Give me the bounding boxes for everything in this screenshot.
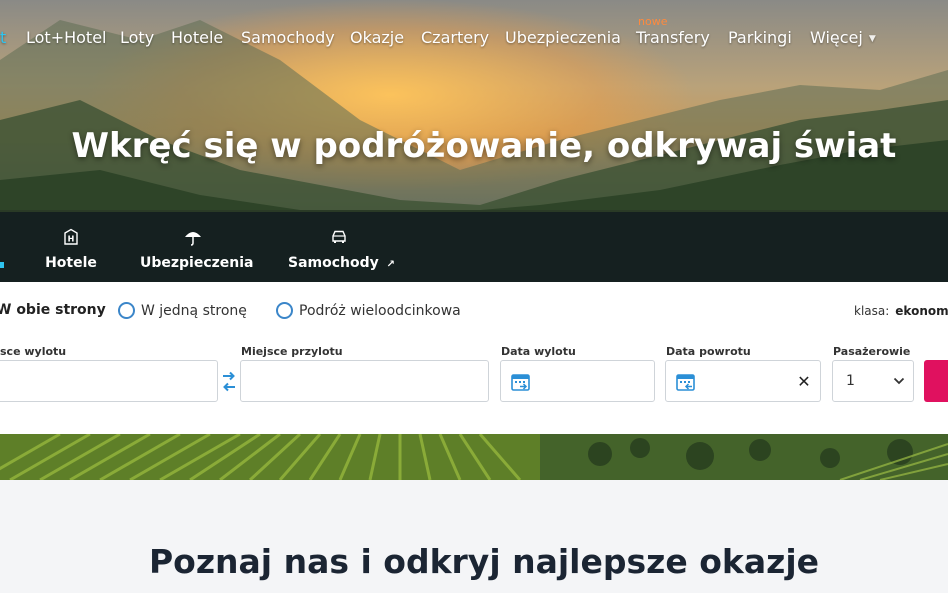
nav-item-lot-hotel[interactable]: Lot+Hotel [26, 28, 106, 47]
nav-item-loty[interactable]: Loty [120, 28, 154, 47]
depart-date-field[interactable] [500, 360, 655, 402]
nav-item-active[interactable]: t [0, 28, 6, 47]
passengers-value: 1 [846, 373, 855, 389]
return-date-field[interactable] [665, 360, 789, 402]
arrival-field[interactable] [240, 360, 489, 402]
tab-hotels-label: Hotele [45, 255, 97, 271]
external-link-icon: ↗ [386, 259, 396, 270]
tab-cars-label-wrap: Samochody ↗ [288, 255, 395, 271]
arrival-label: Miejsce przylotu [241, 345, 343, 358]
trip-type-roundtrip-label: W obie strony [0, 302, 106, 318]
nav-item-wiecej-label: Więcej [810, 28, 863, 47]
depart-date-label: Data wylotu [501, 345, 576, 358]
umbrella-icon [185, 232, 201, 246]
chevron-down-icon [893, 377, 905, 385]
nav-item-ubezpieczenia[interactable]: Ubezpieczenia [505, 28, 621, 47]
passengers-select[interactable]: 1 [832, 360, 914, 402]
passengers-label: Pasażerowie [833, 345, 911, 358]
search-button[interactable] [924, 360, 948, 402]
calendar-icon [676, 374, 695, 391]
tab-hotels[interactable]: H Hotele [40, 212, 102, 282]
nav-item-wiecej[interactable]: Więcej ▼ [810, 28, 876, 47]
cabin-class-value: ekonomi [895, 304, 948, 318]
hotel-icon: H [64, 228, 78, 245]
trip-type-oneway[interactable]: W jedną stronę [118, 302, 247, 319]
departure-field[interactable] [0, 360, 218, 402]
nav-item-samochody[interactable]: Samochody [241, 28, 335, 47]
nav-item-okazje[interactable]: Okazje [350, 28, 404, 47]
return-date-label: Data powrotu [666, 345, 751, 358]
flight-search-panel: W obie strony W jedną stronę Podróż wiel… [0, 282, 948, 434]
trip-type-multicity[interactable]: Podróż wieloodcinkowa [276, 302, 461, 319]
rice-terraces-image [0, 434, 948, 480]
nav-item-transfery[interactable]: Transfery [636, 28, 710, 47]
nav-item-parkingi[interactable]: Parkingi [728, 28, 792, 47]
new-badge: nowe [638, 15, 668, 28]
tab-cars[interactable]: Samochody ↗ [288, 212, 395, 282]
calendar-icon [511, 374, 530, 391]
hero-title: Wkręć się w podróżowanie, odkrywaj świat [71, 126, 897, 166]
tab-insurance[interactable]: Ubezpieczenia [140, 212, 254, 282]
chevron-down-icon: ▼ [868, 33, 876, 44]
cabin-class-selector[interactable]: klasa: ekonomi [854, 304, 948, 318]
swap-icon[interactable] [222, 370, 236, 394]
svg-text:H: H [68, 235, 75, 244]
trip-type-roundtrip[interactable]: W obie strony [0, 302, 106, 318]
departure-input[interactable] [0, 361, 217, 401]
section-title: Poznaj nas i odkryj najlepsze okazje [148, 542, 820, 581]
clear-return-date-button[interactable]: ✕ [788, 360, 821, 402]
trip-type-oneway-label: W jedną stronę [141, 302, 247, 319]
car-icon [332, 230, 346, 243]
cabin-class-label: klasa: [854, 304, 890, 318]
trip-type-multicity-label: Podróż wieloodcinkowa [299, 302, 461, 319]
nav-item-czartery[interactable]: Czartery [421, 28, 489, 47]
radio-multicity[interactable] [276, 302, 293, 319]
tab-cars-label: Samochody [288, 255, 379, 271]
arrival-input[interactable] [241, 361, 488, 401]
search-tabs-bar: H Hotele Ubezpieczenia Samochody ↗ [0, 212, 948, 282]
tab-insurance-label: Ubezpieczenia [140, 255, 254, 271]
active-tab-indicator [0, 262, 4, 268]
terraces-pattern [0, 434, 948, 480]
nav-item-hotele[interactable]: Hotele [171, 28, 223, 47]
departure-label: sce wylotu [0, 345, 67, 358]
radio-oneway[interactable] [118, 302, 135, 319]
